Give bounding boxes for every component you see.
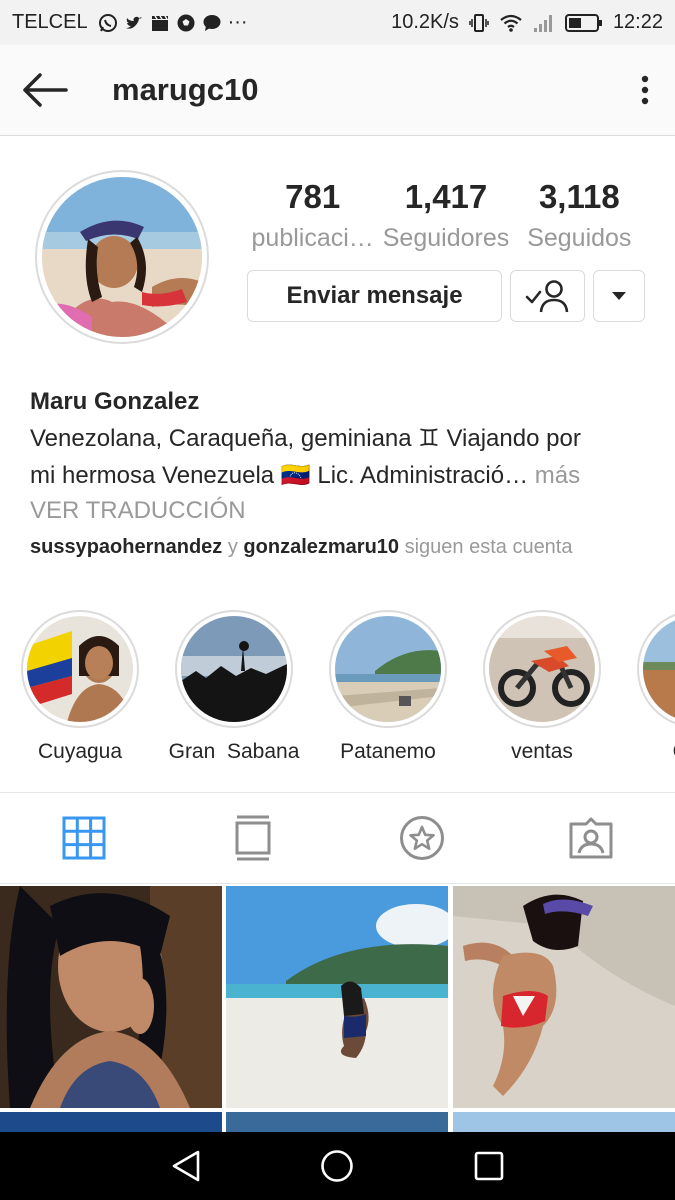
followed-by-text[interactable]: sussypaohernandez y gonzalezmaru10 sigue… (30, 536, 573, 559)
back-arrow-icon (23, 73, 68, 107)
triangle-back-icon (172, 1150, 200, 1182)
bio-line: mi hermosa Venezuela 🇻🇪 Lic. Administrac… (30, 462, 529, 489)
clapper-icon (151, 15, 168, 31)
highlight-label: Patanemo (340, 740, 436, 763)
post-thumbnail[interactable] (0, 1112, 222, 1132)
highlight-label: Gran Sabana (168, 740, 300, 763)
stat-value: 3,118 (538, 178, 620, 215)
highlight-label: ventas (511, 740, 573, 763)
square-recents-icon (474, 1151, 504, 1181)
highlight-thumbnail (335, 616, 441, 722)
grid-icon (62, 816, 106, 860)
post-thumbnail[interactable] (226, 886, 448, 1108)
highlight-item[interactable]: Patanemo (318, 610, 458, 764)
highlight-item[interactable]: Gran Sabana (164, 610, 304, 764)
highlight-ring (21, 610, 139, 728)
user-check-icon (525, 280, 568, 313)
post-thumbnail[interactable] (453, 886, 675, 1108)
follower-username: gonzalezmaru10 (243, 536, 400, 558)
post-thumbnail[interactable] (0, 886, 222, 1108)
carrier-name: TELCEL (12, 11, 88, 33)
highlight-thumbnail (181, 616, 287, 722)
send-message-button[interactable]: Enviar mensaje (247, 270, 502, 322)
network-speed: 10.2K/s (391, 11, 459, 33)
profile-stats: 781 publicaci… 1,417 Seguidores 3,118 Se… (246, 175, 646, 257)
bio-line-with-more: mi hermosa Venezuela 🇻🇪 Lic. Administrac… (30, 457, 650, 494)
whatsapp-icon (98, 13, 117, 32)
highlight-item[interactable]: Gran (626, 610, 675, 764)
follower-username: sussypaohernandez (30, 536, 223, 558)
highlight-label: Cuyagua (37, 740, 123, 763)
followed-by-join: y (222, 536, 244, 558)
tab-saved[interactable] (338, 793, 507, 883)
bio-line: Venezolana, Caraqueña, geminiana ♊ Viaja… (30, 425, 581, 452)
highlight-label: Gran (626, 740, 675, 764)
post-thumbnail[interactable] (453, 1112, 675, 1132)
stat-following[interactable]: 3,118 Seguidos (513, 175, 646, 257)
suggestions-dropdown-button[interactable] (593, 270, 645, 322)
app-header: marugc10 (0, 45, 675, 136)
stat-posts[interactable]: 781 publicaci… (246, 175, 379, 257)
stat-label: Seguidos (527, 224, 632, 252)
highlight-ring (175, 610, 293, 728)
nav-home-button[interactable] (302, 1132, 372, 1200)
status-bar: TELCEL ··· 10.2K/s 12:22 (0, 0, 675, 45)
highlight-item[interactable]: ventas (472, 610, 612, 764)
back-button[interactable] (0, 45, 90, 136)
feed-icon (235, 815, 271, 861)
avatar (42, 177, 202, 337)
profile-bio: Maru Gonzalez Venezolana, Caraqueña, gem… (30, 384, 650, 528)
stat-label: Seguidores (382, 224, 510, 252)
profile-name: Maru Gonzalez (30, 388, 200, 415)
options-menu-button[interactable] (615, 45, 675, 136)
nav-back-button[interactable] (151, 1132, 221, 1200)
signal-icon (533, 14, 552, 32)
circle-home-icon (321, 1150, 354, 1182)
wifi-icon (500, 14, 522, 32)
stat-value: 1,417 (404, 178, 488, 215)
nav-recents-button[interactable] (454, 1132, 524, 1200)
highlight-ring (637, 610, 675, 728)
clock: 12:22 (612, 11, 663, 33)
followed-by-suffix: siguen esta cuenta (399, 536, 573, 558)
tab-feed[interactable] (169, 793, 338, 883)
highlight-ring (483, 610, 601, 728)
twitter-icon (125, 16, 142, 29)
following-button[interactable] (510, 270, 585, 322)
vibrate-icon (469, 13, 489, 32)
tagged-icon (569, 817, 613, 859)
soccer-ball-icon (177, 14, 195, 31)
chat-bubble-icon (203, 14, 221, 31)
more-link[interactable]: más (528, 462, 580, 489)
highlight-ring (329, 610, 447, 728)
more-notifications: ··· (227, 11, 248, 33)
highlight-item[interactable]: Cuyagua (10, 610, 150, 764)
highlight-thumbnail (27, 616, 133, 722)
stat-value: 781 (285, 178, 341, 215)
see-translation-link[interactable]: VER TRADUCCIÓN (30, 494, 650, 528)
highlight-thumbnail (643, 616, 675, 722)
tab-tagged[interactable] (506, 793, 675, 883)
profile-avatar-ring[interactable] (35, 170, 209, 344)
more-vertical-icon (641, 75, 649, 105)
post-thumbnail[interactable] (226, 1112, 448, 1132)
highlight-thumbnail (489, 616, 595, 722)
caret-down-icon (612, 292, 626, 300)
posts-grid (0, 886, 675, 1132)
profile-tabs (0, 792, 675, 884)
system-navigation-bar (0, 1132, 675, 1200)
page-title: marugc10 (112, 72, 259, 107)
stat-followers[interactable]: 1,417 Seguidores (379, 175, 512, 257)
saved-star-icon (399, 816, 444, 860)
stat-label: publicaci… (251, 224, 374, 252)
story-highlights: Cuyagua Gran Sabana Patanemo ventas (0, 610, 675, 770)
battery-icon (564, 13, 602, 32)
tab-grid[interactable] (0, 793, 169, 883)
